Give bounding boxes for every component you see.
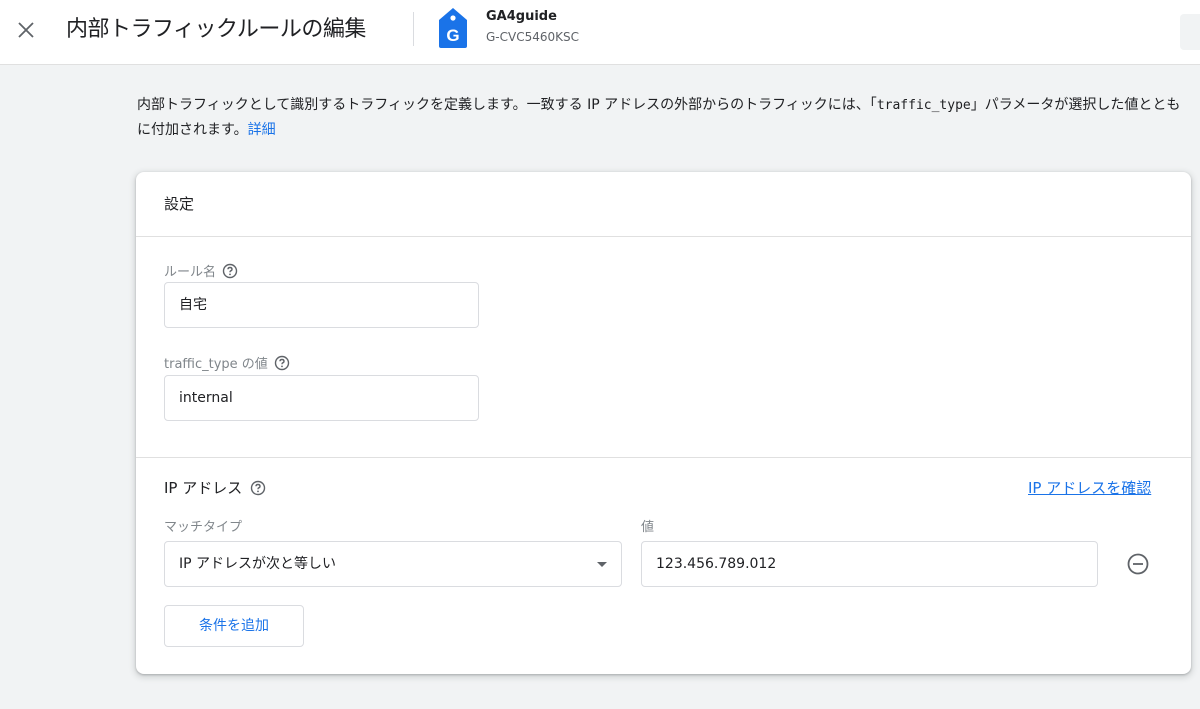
remove-condition-icon[interactable] — [1126, 552, 1150, 576]
close-icon — [18, 22, 34, 38]
close-button[interactable] — [10, 14, 42, 46]
traffic-type-label-text: traffic_type の値 — [164, 357, 268, 372]
traffic-type-label: traffic_type の値 — [164, 353, 290, 372]
ip-address-section-title: IP アドレス — [164, 477, 266, 498]
description-code: traffic_type — [876, 98, 971, 113]
verify-ip-address-link[interactable]: IP アドレスを確認 — [1028, 477, 1151, 498]
property-name: GA4guide — [486, 9, 557, 24]
help-icon[interactable] — [250, 480, 266, 496]
page-title: 内部トラフィックルールの編集 — [66, 17, 366, 42]
match-type-select[interactable]: IP アドレスが次と等しい — [164, 541, 622, 587]
description-text-before: 内部トラフィックとして識別するトラフィックを定義します。一致する IP アドレス… — [137, 97, 877, 113]
settings-card: 設定 ルール名 自宅 traffic_type の値 internal IP ア… — [136, 172, 1191, 674]
traffic-type-input[interactable]: internal — [164, 375, 479, 421]
add-condition-button[interactable]: 条件を追加 — [164, 605, 304, 647]
header-divider — [413, 12, 414, 46]
header-action-button[interactable] — [1180, 14, 1200, 50]
ip-value-input[interactable]: 123.456.789.012 — [641, 541, 1098, 587]
learn-more-link[interactable]: 詳細 — [248, 122, 276, 138]
card-title: 設定 — [164, 195, 195, 213]
value-label: 値 — [641, 520, 655, 535]
help-icon[interactable] — [222, 263, 238, 279]
tag-icon: G — [439, 8, 467, 48]
match-type-label: マッチタイプ — [164, 520, 243, 535]
match-type-selected: IP アドレスが次と等しい — [179, 556, 337, 572]
section-divider — [136, 457, 1191, 458]
rule-name-label: ルール名 — [164, 261, 238, 280]
property-id: G-CVC5460KSC — [486, 30, 579, 44]
app-header: 内部トラフィックルールの編集 G GA4guide G-CVC5460KSC — [0, 0, 1200, 65]
card-header-divider — [136, 236, 1191, 237]
help-icon[interactable] — [274, 355, 290, 371]
ip-address-title-text: IP アドレス — [164, 479, 243, 497]
tag-letter: G — [446, 26, 459, 45]
dropdown-arrow-icon — [597, 562, 607, 567]
rule-name-input[interactable]: 自宅 — [164, 282, 479, 328]
rule-name-label-text: ルール名 — [164, 265, 217, 280]
description: 内部トラフィックとして識別するトラフィックを定義します。一致する IP アドレス… — [137, 93, 1187, 142]
